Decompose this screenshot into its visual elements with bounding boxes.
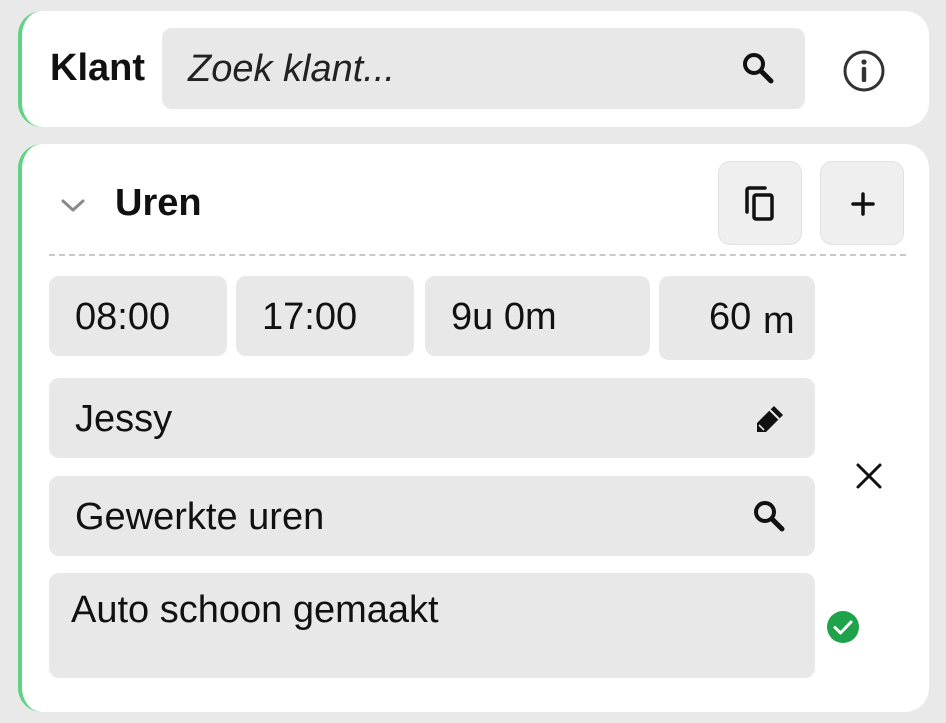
duration-value: 9u 0m <box>451 296 557 338</box>
customer-search-placeholder: Zoek klant... <box>188 48 395 90</box>
work-type-field[interactable]: Gewerkte uren <box>49 476 815 556</box>
break-field[interactable]: 60 m <box>659 276 815 360</box>
duration-field[interactable]: 9u 0m <box>425 276 650 356</box>
note-value: Auto schoon gemaakt <box>71 589 439 631</box>
info-icon[interactable] <box>842 49 886 93</box>
chevron-down-icon[interactable] <box>58 190 88 220</box>
search-icon[interactable] <box>740 50 776 86</box>
search-icon[interactable] <box>751 498 787 534</box>
pencil-icon[interactable] <box>753 402 787 436</box>
end-time-field[interactable]: 17:00 <box>236 276 414 356</box>
hours-card: Uren 08:00 17:00 9u 0m 60 m Jessy Gewerk <box>18 144 929 712</box>
note-field[interactable]: Auto schoon gemaakt <box>49 573 815 678</box>
customer-search-input[interactable]: Zoek klant... <box>162 28 805 109</box>
plus-icon <box>851 192 875 216</box>
copy-icon <box>745 186 774 221</box>
break-value: 60 <box>709 296 752 338</box>
person-value: Jessy <box>75 398 173 440</box>
end-time-value: 17:00 <box>262 296 358 338</box>
person-field[interactable]: Jessy <box>49 378 815 458</box>
customer-label: Klant <box>50 47 145 89</box>
hours-title: Uren <box>115 182 202 224</box>
section-divider <box>49 254 906 256</box>
work-type-value: Gewerkte uren <box>75 496 325 538</box>
add-button[interactable] <box>820 161 904 245</box>
close-icon[interactable] <box>855 462 883 490</box>
copy-button[interactable] <box>718 161 802 245</box>
check-circle-icon <box>827 611 859 643</box>
break-unit: m <box>763 300 795 342</box>
start-time-value: 08:00 <box>75 296 171 338</box>
customer-card: Klant Zoek klant... <box>18 11 929 127</box>
start-time-field[interactable]: 08:00 <box>49 276 227 356</box>
